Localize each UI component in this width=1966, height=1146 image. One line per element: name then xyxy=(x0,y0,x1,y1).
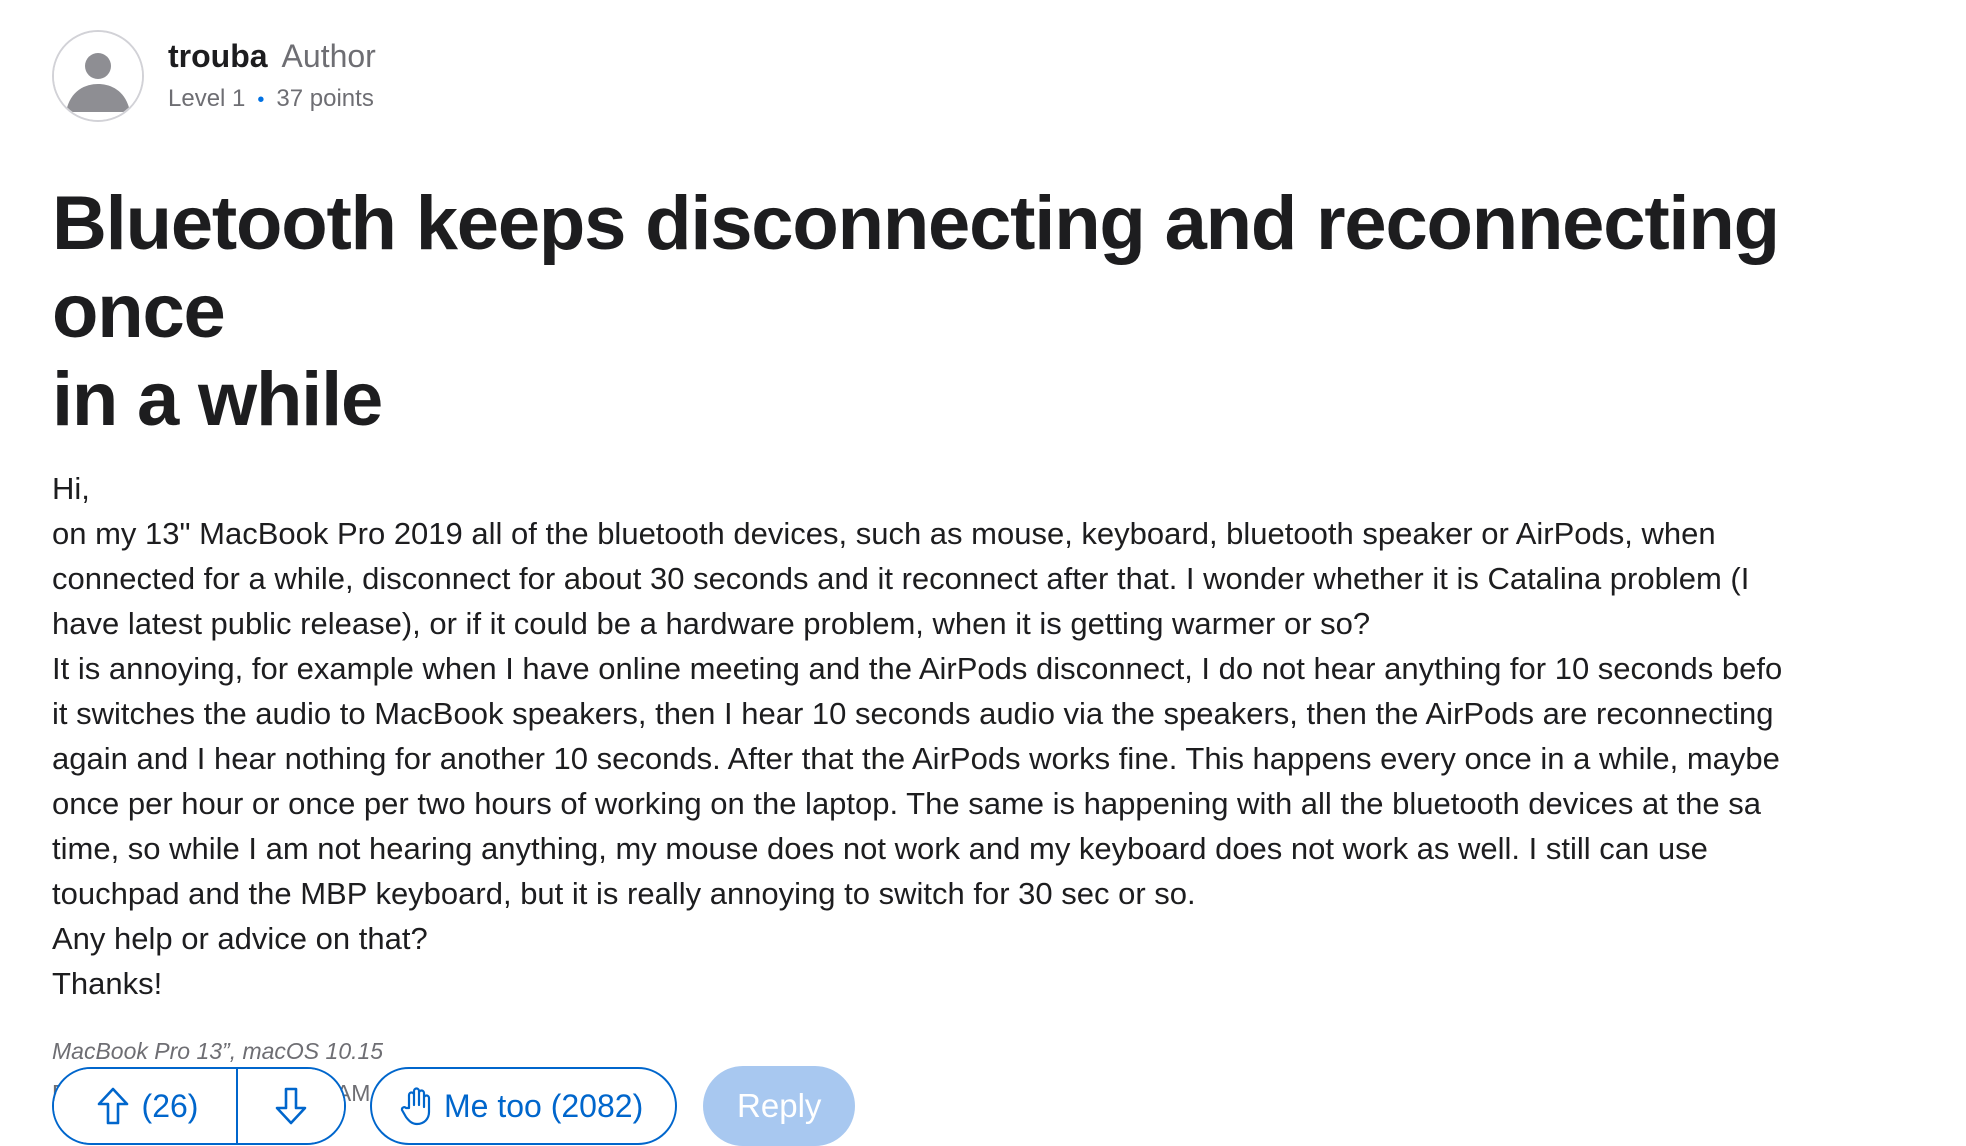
post-body-line: Any help or advice on that? xyxy=(52,921,428,956)
raised-hand-icon xyxy=(400,1086,432,1126)
separator-dot: • xyxy=(257,89,265,111)
post-body-line: Hi, xyxy=(52,471,90,506)
post-body-line: once per hour or once per two hours of w… xyxy=(52,786,1761,821)
author-line: trouba Author xyxy=(168,36,376,76)
upvote-count: (26) xyxy=(141,1087,199,1124)
post-body-line: connected for a while, disconnect for ab… xyxy=(52,561,1750,596)
device-info: MacBook Pro 13”, macOS 10.15 xyxy=(52,1038,384,1064)
post-title-line: in a while xyxy=(52,357,383,442)
post-title: Bluetooth keeps disconnecting and reconn… xyxy=(52,180,1966,444)
arrow-up-icon xyxy=(96,1086,130,1126)
arrow-down-icon xyxy=(274,1086,308,1126)
downvote-button[interactable] xyxy=(238,1069,344,1143)
author-name[interactable]: trouba xyxy=(168,38,268,74)
me-too-button[interactable]: Me too (2082) xyxy=(370,1067,678,1145)
post-body-line: it switches the audio to MacBook speaker… xyxy=(52,696,1774,731)
post-body-line: It is annoying, for example when I have … xyxy=(52,651,1783,686)
author-level-line: Level 1 • 37 points xyxy=(168,84,376,115)
post-body-line: time, so while I am not hearing anything… xyxy=(52,831,1708,866)
default-user-avatar-icon xyxy=(54,32,142,120)
upvote-button[interactable]: (26) xyxy=(54,1069,236,1143)
post-body-line: touchpad and the MBP keyboard, but it is… xyxy=(52,876,1196,911)
author-meta: trouba Author Level 1 • 37 points xyxy=(168,30,376,115)
reply-button[interactable]: Reply xyxy=(703,1066,856,1146)
author-row: trouba Author Level 1 • 37 points xyxy=(52,30,1966,126)
me-too-label: Me too (2082) xyxy=(444,1087,644,1124)
post-body-line: have latest public release), or if it co… xyxy=(52,606,1371,641)
avatar[interactable] xyxy=(52,30,144,122)
author-points: 37 points xyxy=(276,85,374,112)
author-badge: Author xyxy=(281,38,376,74)
vote-group: (26) xyxy=(52,1067,346,1145)
post-body: Hi, on my 13" MacBook Pro 2019 all of th… xyxy=(52,466,1966,1006)
post-actions: (26) Me too (2082) Reply xyxy=(52,1066,856,1146)
post-container: trouba Author Level 1 • 37 points Bluetooth… xyxy=(52,30,1966,1108)
post-body-line: on my 13" MacBook Pro 2019 all of the bl… xyxy=(52,516,1716,551)
post-body-line: again and I hear nothing for another 10 … xyxy=(52,741,1780,776)
post-title-line: Bluetooth keeps disconnecting and reconn… xyxy=(52,181,1780,354)
author-level: Level 1 xyxy=(168,85,246,112)
post-body-line: Thanks! xyxy=(52,966,163,1001)
